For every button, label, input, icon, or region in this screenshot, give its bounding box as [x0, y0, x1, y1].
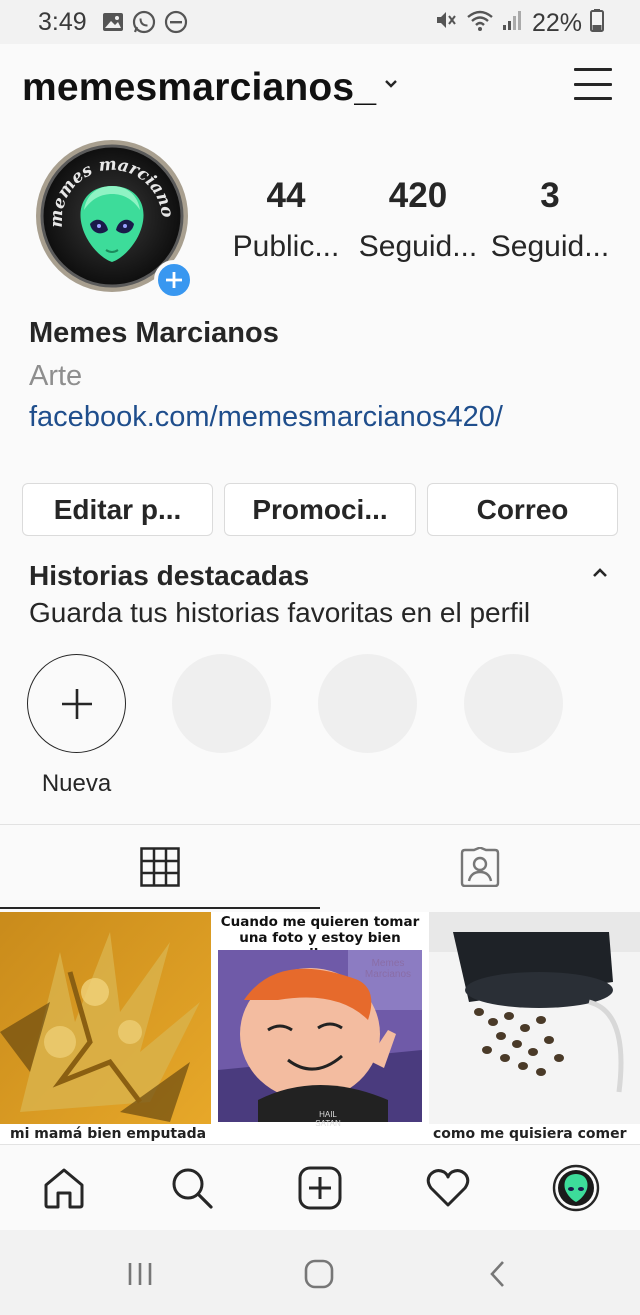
whatsapp-icon	[132, 10, 156, 39]
highlight-placeholder	[172, 654, 271, 753]
nav-activity[interactable]	[384, 1145, 512, 1231]
profile-full-name: Memes Marcianos	[29, 317, 279, 349]
new-highlight-label: Nueva	[41, 770, 112, 797]
highlight-placeholder	[318, 654, 417, 753]
tagged-icon	[460, 847, 500, 887]
stat-count: 3	[540, 176, 560, 215]
profile-website-link[interactable]: facebook.com/memesmarcianos420/	[29, 401, 503, 434]
promotions-button[interactable]: Promoci...	[224, 483, 416, 536]
search-icon	[172, 1168, 213, 1209]
recent-apps-icon[interactable]	[110, 1254, 170, 1294]
post-caption: mi mamá bien emputada	[10, 1126, 207, 1142]
stat-label: Seguid...	[490, 230, 610, 263]
dnd-icon	[164, 10, 188, 39]
plus-icon	[166, 272, 182, 288]
nav-home[interactable]	[0, 1145, 128, 1231]
nav-new-post[interactable]	[256, 1145, 384, 1231]
stat-followers[interactable]: 420 Seguid...	[352, 176, 484, 264]
status-notification-icons	[102, 10, 188, 39]
battery-icon	[590, 8, 604, 39]
home-button-icon[interactable]	[289, 1254, 349, 1294]
stat-following[interactable]: 3 Seguid...	[484, 176, 616, 264]
back-icon[interactable]	[468, 1254, 528, 1294]
stat-label: Public...	[232, 230, 340, 263]
gallery-icon	[102, 12, 124, 37]
grid-icon	[140, 847, 180, 887]
add-story-badge[interactable]	[154, 260, 194, 300]
mute-icon	[434, 8, 458, 39]
nav-search[interactable]	[128, 1145, 256, 1231]
email-button[interactable]: Correo	[427, 483, 618, 536]
stat-posts[interactable]: 44 Public...	[220, 176, 352, 264]
active-tab-indicator	[0, 907, 320, 909]
post-shirt-text: HAIL SATAN	[315, 1110, 341, 1128]
signal-icon	[502, 9, 524, 38]
new-highlight-button[interactable]	[27, 654, 126, 753]
tab-tagged[interactable]	[320, 825, 640, 909]
plus-icon	[61, 688, 92, 719]
posts-grid: mi mamá bien emputada Cuando me quieren …	[0, 912, 640, 1144]
edit-profile-button[interactable]: Editar p...	[22, 483, 213, 536]
account-username[interactable]: memesmarcianos_	[22, 66, 376, 110]
status-bar: 3:49 22%	[0, 0, 640, 44]
profile-avatar-icon	[552, 1164, 600, 1212]
wifi-icon	[466, 8, 494, 39]
profile-header: memesmarcianos_	[0, 44, 640, 136]
hamburger-menu-icon[interactable]	[574, 66, 612, 102]
nav-profile[interactable]	[512, 1145, 640, 1231]
chevron-up-icon[interactable]	[592, 566, 608, 584]
status-time: 3:49	[38, 8, 87, 36]
chevron-down-icon[interactable]	[384, 76, 398, 94]
menu-line	[574, 82, 612, 86]
menu-line	[574, 97, 612, 100]
new-post-icon	[298, 1166, 342, 1210]
home-icon	[44, 1168, 84, 1209]
post-caption: como me quisiera comer	[433, 1126, 627, 1142]
highlights-subtitle: Guarda tus historias favoritas en el per…	[29, 597, 531, 628]
post-thumbnail[interactable]: como me quisiera comer	[429, 912, 640, 1144]
battery-text: 22%	[531, 9, 582, 37]
android-navigation-bar	[0, 1230, 640, 1315]
tab-grid[interactable]	[0, 825, 320, 909]
highlight-placeholder	[464, 654, 563, 753]
stat-count: 420	[388, 176, 448, 215]
stat-label: Seguid...	[358, 230, 478, 263]
activity-heart-icon	[426, 1169, 470, 1207]
post-thumbnail[interactable]: mi mamá bien emputada	[0, 912, 211, 1144]
menu-line	[574, 68, 612, 71]
post-thumbnail[interactable]: Cuando me quieren tomar una foto y estoy…	[214, 912, 426, 1144]
highlights-title: Historias destacadas	[29, 560, 310, 591]
bottom-navigation	[0, 1144, 640, 1230]
stat-count: 44	[266, 176, 306, 215]
post-watermark: Memes Marcianos	[364, 958, 412, 980]
status-system-icons: 22%	[434, 8, 604, 39]
profile-category: Arte	[29, 360, 83, 392]
